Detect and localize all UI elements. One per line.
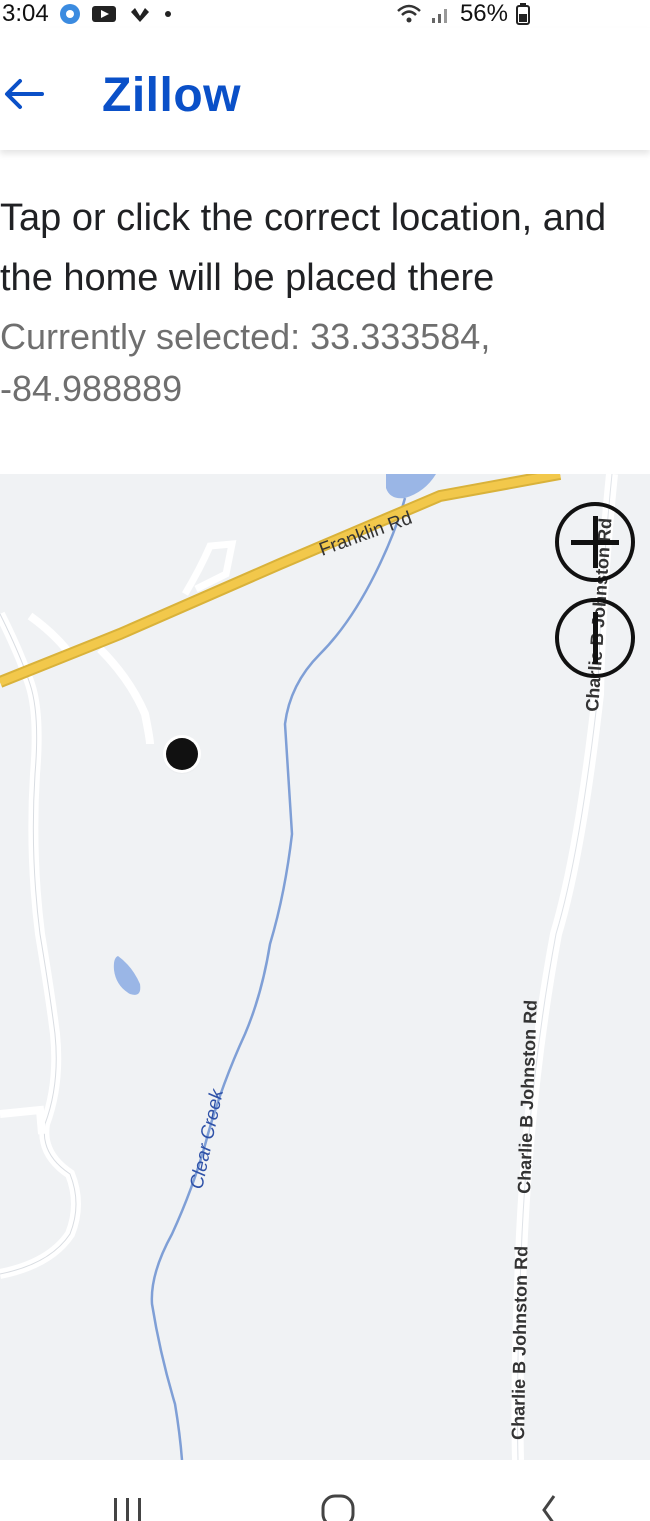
wifi-icon [396, 3, 422, 25]
clear-creek-label: Clear Creek [186, 1086, 228, 1191]
circle-app-icon [59, 3, 81, 25]
back-chevron-icon [530, 1495, 570, 1521]
nav-bar [0, 1460, 650, 1521]
charlie-rd-label-bottom: Charlie B Johnston Rd [508, 1246, 531, 1440]
local-road-spur [0, 1105, 46, 1135]
nav-recents-button[interactable] [108, 1490, 148, 1521]
battery-percent: 56% [459, 0, 508, 27]
charlie-rd-label-mid: Charlie B Johnston Rd [514, 1000, 541, 1195]
status-left: 3:04 [0, 0, 173, 28]
map[interactable]: Franklin Rd Clear Creek Charlie B Johnst… [0, 474, 650, 1460]
location-pin-icon[interactable] [166, 738, 198, 770]
franklin-road [0, 474, 561, 686]
app-bar: Zillow [0, 28, 650, 150]
franklin-rd-label: Franklin Rd [317, 508, 415, 561]
local-road-driveway [97, 646, 154, 745]
signal-icon [430, 3, 452, 25]
dot-icon [163, 9, 173, 19]
home-icon [318, 1494, 358, 1521]
clear-creek-line [150, 497, 407, 1460]
status-right: 56% [396, 0, 650, 28]
selected-label: Currently selected: [0, 316, 301, 357]
nav-home-button[interactable] [318, 1490, 358, 1521]
screen: 3:04 56% Zillow Tap or click the correct… [0, 0, 650, 1521]
app-title: Zillow [102, 69, 241, 122]
youtube-icon [91, 4, 117, 24]
selected-location: Currently selected: 33.333584, -84.98888… [0, 311, 620, 415]
status-bar: 3:04 56% [0, 0, 650, 28]
recents-icon [108, 1498, 148, 1521]
zoom-out-button[interactable] [555, 598, 635, 678]
instruction-text: Tap or click the correct location, and t… [0, 197, 607, 299]
back-button[interactable] [0, 72, 48, 120]
local-road-west [0, 611, 81, 1279]
local-road-north-spur [27, 612, 74, 657]
map-canvas: Franklin Rd Clear Creek Charlie B Johnst… [0, 474, 618, 1460]
zoom-in-button[interactable] [555, 502, 635, 582]
pond-small [113, 956, 141, 995]
nbc-icon [127, 4, 153, 24]
nav-back-button[interactable] [530, 1490, 570, 1521]
battery-icon [516, 3, 530, 25]
arrow-left-icon [4, 78, 44, 115]
status-time: 3:04 [2, 0, 49, 27]
